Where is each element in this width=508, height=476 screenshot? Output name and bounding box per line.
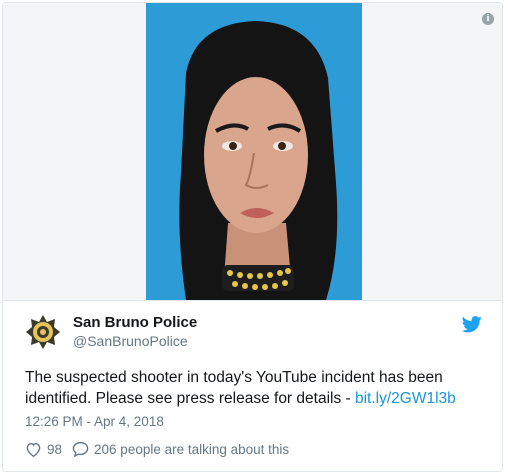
info-icon[interactable]: i (482, 13, 494, 25)
heart-icon (26, 442, 41, 457)
tweet-actions: 98 206 people are talking about this (25, 441, 289, 457)
tweet-timestamp[interactable]: 12:26 PM - Apr 4, 2018 (25, 414, 164, 429)
tweet-text: The suspected shooter in today's YouTube… (25, 367, 485, 409)
like-count: 98 (47, 441, 63, 457)
speech-bubble-icon (72, 441, 89, 457)
user-handle[interactable]: @SanBrunoPolice (73, 332, 197, 350)
portrait-image (146, 3, 362, 300)
tweet-card[interactable]: i San Bruno Police @SanBrunoPolice The s… (2, 2, 503, 472)
tweet-media[interactable]: i (3, 3, 502, 301)
conversation-text: 206 people are talking about this (94, 441, 290, 457)
press-release-link[interactable]: bit.ly/2GW1l3b (355, 390, 456, 407)
twitter-bird-icon[interactable] (462, 316, 482, 333)
conversation-button[interactable]: 206 people are talking about this (72, 441, 289, 457)
tweet-author[interactable]: San Bruno Police @SanBrunoPolice (25, 313, 197, 350)
suspect-photo[interactable] (146, 3, 362, 300)
police-badge-icon[interactable] (25, 314, 61, 350)
like-button[interactable]: 98 (25, 442, 62, 457)
display-name[interactable]: San Bruno Police (73, 313, 197, 332)
